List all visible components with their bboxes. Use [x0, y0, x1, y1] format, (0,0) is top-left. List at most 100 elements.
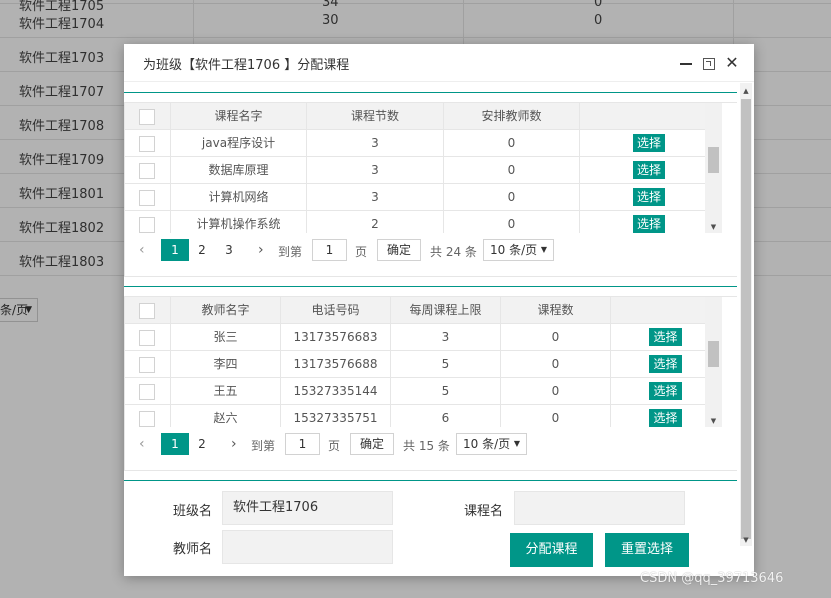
assign-course-button[interactable]: 分配课程 [510, 533, 593, 567]
confirm-page-button[interactable]: 确定 [350, 433, 394, 455]
page-number[interactable]: 1 [161, 239, 189, 261]
table-row[interactable]: 数据库原理 3 0 选择 [125, 157, 722, 184]
next-page-icon[interactable]: › [231, 436, 237, 452]
select-all-checkbox[interactable] [139, 303, 155, 319]
dialog-header: 为班级【软件工程1706 】分配课程 ✕ [124, 44, 754, 82]
goto-label: 到第 [251, 439, 276, 453]
row-checkbox[interactable] [139, 136, 155, 152]
assign-form: 班级名 软件工程1706 课程名 教师名 分配课程 重置选择 [124, 480, 737, 576]
select-button[interactable]: 选择 [649, 355, 682, 373]
table-row[interactable]: 王五 15327335144 5 0 选择 [125, 378, 722, 405]
teacher-pager: ‹ 1 2 › 到第 1 页 确定 共 15 条 10 条/页 ▼ [125, 428, 738, 464]
course-hours-cell: 3 [307, 184, 444, 211]
course-table: 课程名字 课程节数 安排教师数 java程序设计 3 0 选择 数据库原理 3 … [125, 103, 722, 233]
course-name-field[interactable] [514, 491, 685, 525]
chevron-down-icon: ▼ [540, 245, 547, 254]
row-checkbox[interactable] [139, 357, 155, 373]
table-row[interactable]: 李四 13173576688 5 0 选择 [125, 351, 722, 378]
page-size-select[interactable]: 10 条/页 ▼ [483, 239, 554, 261]
column-header: 每周课程上限 [391, 297, 501, 324]
teacher-table-scrollbar[interactable]: ▼ [705, 297, 722, 427]
course-name-label: 课程名 [464, 504, 504, 519]
total-count: 共 24 条 [430, 245, 477, 259]
scroll-thumb[interactable] [708, 341, 719, 367]
course-table-scrollbar[interactable]: ▼ [705, 103, 722, 233]
course-teachers-cell: 0 [444, 184, 580, 211]
reset-selection-button[interactable]: 重置选择 [605, 533, 689, 567]
teacher-limit-cell: 6 [391, 405, 501, 427]
table-row[interactable]: 计算机操作系统 2 0 选择 [125, 211, 722, 233]
row-checkbox[interactable] [139, 411, 155, 427]
row-checkbox[interactable] [139, 217, 155, 233]
select-button[interactable]: 选择 [649, 328, 682, 346]
next-page-icon[interactable]: › [258, 242, 264, 258]
row-checkbox[interactable] [139, 384, 155, 400]
teacher-name-cell: 赵六 [171, 405, 281, 427]
teacher-name-label: 教师名 [173, 542, 213, 557]
confirm-page-button[interactable]: 确定 [377, 239, 421, 261]
course-name-cell: 计算机网络 [171, 184, 307, 211]
select-button[interactable]: 选择 [649, 409, 682, 427]
page-size-select[interactable]: 10 条/页 ▼ [456, 433, 527, 455]
teacher-table-box: 教师名字 电话号码 每周课程上限 课程数 张三 13173576683 3 0 … [124, 296, 737, 471]
table-row[interactable]: 计算机网络 3 0 选择 [125, 184, 722, 211]
table-row[interactable]: 赵六 15327335751 6 0 选择 [125, 405, 722, 427]
page-number[interactable]: 2 [188, 433, 216, 455]
teacher-table: 教师名字 电话号码 每周课程上限 课程数 张三 13173576683 3 0 … [125, 297, 722, 427]
scroll-thumb[interactable] [741, 99, 751, 539]
course-hours-cell: 2 [307, 211, 444, 233]
row-checkbox[interactable] [139, 190, 155, 206]
scroll-down-icon[interactable]: ▼ [740, 534, 752, 546]
dialog-body: ▲ ▼ 课程名字 课程节数 安排教师数 java程序设计 3 0 选择 数据库原… [124, 83, 754, 576]
total-count: 共 15 条 [403, 439, 450, 453]
page-number[interactable]: 1 [161, 433, 189, 455]
select-button[interactable]: 选择 [632, 188, 665, 206]
goto-page-input[interactable]: 1 [285, 433, 320, 455]
course-table-header: 课程名字 课程节数 安排教师数 [125, 103, 722, 130]
dialog-scrollbar[interactable]: ▲ ▼ [740, 83, 752, 546]
select-all-checkbox[interactable] [139, 109, 155, 125]
teacher-phone-cell: 15327335751 [281, 405, 391, 427]
maximize-icon[interactable] [700, 55, 716, 71]
prev-page-icon[interactable]: ‹ [139, 436, 145, 452]
page-number[interactable]: 2 [188, 239, 216, 261]
column-header: 安排教师数 [444, 103, 580, 130]
course-section: 课程名字 课程节数 安排教师数 java程序设计 3 0 选择 数据库原理 3 … [124, 92, 737, 277]
teacher-table-header: 教师名字 电话号码 每周课程上限 课程数 [125, 297, 722, 324]
teacher-count-cell: 0 [501, 405, 611, 427]
course-hours-cell: 3 [307, 157, 444, 184]
select-button[interactable]: 选择 [632, 161, 665, 179]
goto-page-input[interactable]: 1 [312, 239, 347, 261]
teacher-count-cell: 0 [501, 351, 611, 378]
select-button[interactable]: 选择 [632, 215, 665, 233]
column-header: 课程名字 [171, 103, 307, 130]
column-header: 课程数 [501, 297, 611, 324]
course-pager: ‹ 1 2 3 › 到第 1 页 确定 共 24 条 10 条/页 ▼ [125, 234, 738, 270]
page-number[interactable]: 3 [215, 239, 243, 261]
teacher-name-field[interactable] [222, 530, 393, 564]
class-name-label: 班级名 [173, 504, 213, 519]
scroll-up-icon[interactable]: ▲ [740, 85, 752, 97]
dialog-title: 为班级【软件工程1706 】分配课程 [143, 58, 350, 73]
minimize-icon[interactable] [678, 55, 694, 71]
scroll-down-icon[interactable]: ▼ [705, 223, 722, 231]
column-header: 教师名字 [171, 297, 281, 324]
course-teachers-cell: 0 [444, 130, 580, 157]
page-unit-label: 页 [328, 439, 341, 453]
class-name-field[interactable]: 软件工程1706 [222, 491, 393, 525]
scroll-down-icon[interactable]: ▼ [705, 417, 722, 425]
select-button[interactable]: 选择 [632, 134, 665, 152]
table-row[interactable]: 张三 13173576683 3 0 选择 [125, 324, 722, 351]
prev-page-icon[interactable]: ‹ [139, 242, 145, 258]
scroll-thumb[interactable] [708, 147, 719, 173]
table-row[interactable]: java程序设计 3 0 选择 [125, 130, 722, 157]
row-checkbox[interactable] [139, 330, 155, 346]
select-button[interactable]: 选择 [649, 382, 682, 400]
teacher-limit-cell: 5 [391, 351, 501, 378]
teacher-count-cell: 0 [501, 378, 611, 405]
teacher-name-cell: 王五 [171, 378, 281, 405]
close-icon[interactable]: ✕ [724, 55, 740, 71]
teacher-phone-cell: 15327335144 [281, 378, 391, 405]
chevron-down-icon: ▼ [513, 439, 520, 448]
row-checkbox[interactable] [139, 163, 155, 179]
